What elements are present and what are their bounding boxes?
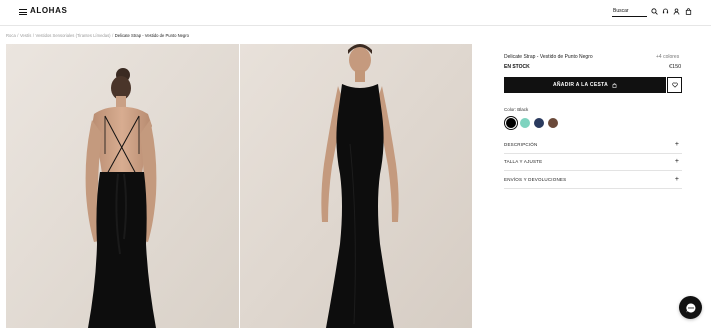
plus-icon: + <box>674 175 679 183</box>
plus-icon: + <box>674 157 679 165</box>
breadcrumb-item[interactable]: Vestidos Sensoriales (Tirantes Límedas) <box>36 33 111 38</box>
chat-icon <box>685 302 695 312</box>
swatch-black[interactable] <box>504 116 518 130</box>
colors-count-link[interactable]: +4 colores <box>656 54 679 60</box>
accordion-label: ENVÍOS Y DEVOLUCIONES <box>504 177 567 182</box>
bag-icon[interactable] <box>685 8 692 15</box>
search-icon[interactable] <box>651 8 658 15</box>
breadcrumb-current: Delicate Strap - Vestido de Punto Negro <box>114 33 189 38</box>
site-header: ALOHAS <box>0 0 711 26</box>
menu-icon[interactable] <box>19 9 27 15</box>
stock-status: EN STOCK <box>504 64 530 70</box>
accordion-label: DESCRIPCIÓN <box>504 142 538 147</box>
product-title: Delicate Strap - Vestido de Punto Negro <box>504 54 593 60</box>
swatch-brown[interactable] <box>548 118 558 128</box>
breadcrumb-item[interactable]: Roca <box>6 33 16 38</box>
bag-icon <box>612 82 617 88</box>
heart-icon <box>671 82 678 88</box>
color-label: Color: Black <box>504 107 529 112</box>
accordion-shipping-returns[interactable]: ENVÍOS Y DEVOLUCIONES + <box>504 172 682 189</box>
search-input[interactable] <box>612 7 647 17</box>
accordion-description[interactable]: DESCRIPCIÓN + <box>504 137 682 154</box>
accordion-label: TALLA Y AJUSTE <box>504 159 543 164</box>
add-to-cart-button[interactable]: AÑADIR A LA CESTA <box>504 77 666 93</box>
product-price: €150 <box>669 64 682 70</box>
chat-button[interactable] <box>679 296 702 319</box>
add-to-cart-label: AÑADIR A LA CESTA <box>552 82 608 88</box>
product-photo-front[interactable] <box>240 44 472 328</box>
breadcrumb: Roca / Vestís / Vestidos Sensoriales (Tirant… <box>6 33 189 38</box>
breadcrumb-item[interactable]: Vestís <box>20 33 31 38</box>
wishlist-button[interactable] <box>667 77 682 93</box>
support-icon[interactable] <box>662 8 669 15</box>
product-photo-back[interactable] <box>6 44 239 328</box>
swatch-navy[interactable] <box>534 118 544 128</box>
site-logo[interactable]: ALOHAS <box>30 6 67 15</box>
swatch-mint[interactable] <box>520 118 530 128</box>
account-icon[interactable] <box>673 8 680 15</box>
accordion-size-fit[interactable]: TALLA Y AJUSTE + <box>504 154 682 171</box>
plus-icon: + <box>674 140 679 148</box>
